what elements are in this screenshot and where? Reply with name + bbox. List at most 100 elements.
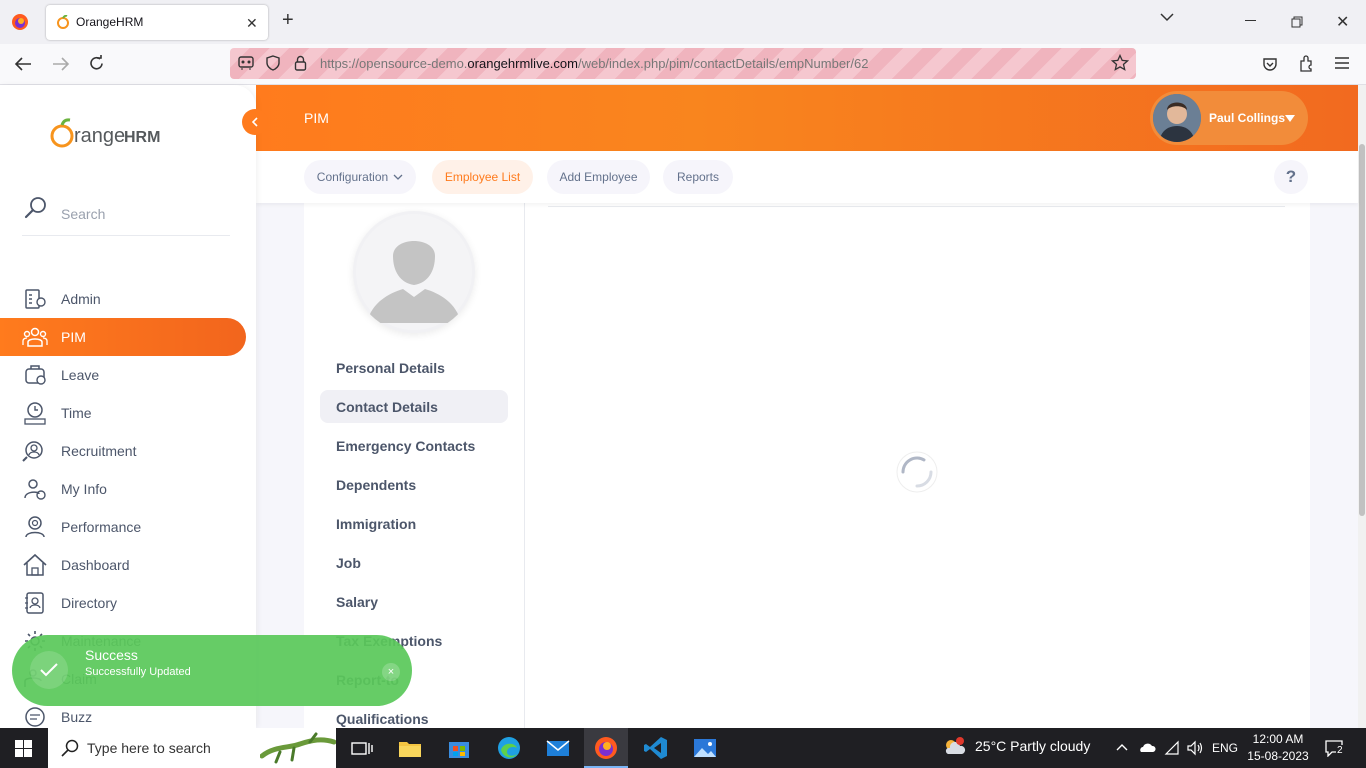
help-button[interactable]: ?: [1274, 160, 1308, 194]
sidebar-item-label: Performance: [61, 519, 142, 535]
nav-employee-list-label: Employee List: [444, 170, 521, 184]
sidebar-item-dashboard[interactable]: Dashboard: [0, 546, 246, 584]
directory-icon: [22, 591, 48, 615]
success-toast: Success Successfully Updated ×: [12, 635, 412, 706]
chevron-down-icon: [393, 174, 403, 180]
microsoft-store-icon[interactable]: [445, 734, 473, 762]
browser-tab-active[interactable]: OrangeHRM ✕: [46, 5, 268, 40]
photos-icon[interactable]: [691, 734, 719, 762]
task-view-icon[interactable]: [348, 734, 376, 762]
taskbar-search-input[interactable]: Type here to search: [87, 740, 211, 756]
nav-configuration[interactable]: Configuration: [304, 160, 416, 194]
weather-icon[interactable]: [942, 736, 966, 758]
shield-icon[interactable]: [266, 55, 280, 71]
tab-job[interactable]: Job: [320, 546, 508, 579]
url-prefix: https://opensource-demo.: [320, 56, 468, 71]
sidebar-item-label: Dashboard: [61, 557, 130, 573]
mail-icon[interactable]: [544, 734, 572, 762]
sidebar-item-admin[interactable]: Admin: [0, 280, 246, 318]
recruitment-icon: [22, 439, 48, 463]
pocket-icon[interactable]: [1262, 56, 1278, 72]
taskbar-search[interactable]: Type here to search: [48, 728, 336, 768]
loading-spinner: [894, 449, 940, 495]
sidebar-item-leave[interactable]: Leave: [0, 356, 246, 394]
sidebar-item-recruitment[interactable]: Recruitment: [0, 432, 246, 470]
close-tab-icon[interactable]: ✕: [246, 15, 258, 32]
list-tabs-icon[interactable]: [1160, 12, 1174, 22]
toast-close-button[interactable]: ×: [382, 663, 400, 681]
sidebar-item-label: My Info: [61, 481, 107, 497]
nav-add-employee[interactable]: Add Employee: [547, 160, 650, 194]
leave-icon: [22, 363, 48, 387]
sidebar-item-label: Time: [61, 405, 92, 421]
orangehrm-logo[interactable]: range HRM: [50, 118, 168, 150]
close-window-icon[interactable]: ✕: [1336, 12, 1349, 32]
browser-tabstrip: OrangeHRM ✕ + ✕: [0, 0, 1366, 44]
menu-icon[interactable]: [1335, 57, 1349, 69]
notifications-icon[interactable]: 2: [1324, 739, 1344, 757]
sidebar-item-pim[interactable]: PIM: [0, 318, 246, 356]
nav-employee-list[interactable]: Employee List: [432, 160, 533, 194]
clock-date: 15-08-2023: [1247, 749, 1309, 763]
url-bar[interactable]: https://opensource-demo.orangehrmlive.co…: [230, 48, 1136, 79]
toast-message: Successfully Updated: [85, 666, 191, 678]
bookmark-star-icon[interactable]: [1111, 54, 1129, 72]
sidebar-item-time[interactable]: Time: [0, 394, 246, 432]
logo-text-1: range: [74, 125, 125, 147]
logo-text-2: HRM: [124, 129, 160, 146]
tab-salary[interactable]: Salary: [320, 585, 508, 618]
language-indicator[interactable]: ENG: [1212, 741, 1238, 755]
tab-contact-details[interactable]: Contact Details: [320, 390, 508, 423]
lock-icon[interactable]: [294, 55, 307, 71]
time-icon: [22, 401, 48, 425]
weather-text[interactable]: 25°C Partly cloudy: [975, 738, 1090, 754]
sidebar-item-label: Recruitment: [61, 443, 137, 459]
onedrive-icon[interactable]: [1138, 741, 1156, 753]
scrollbar-thumb[interactable]: [1359, 144, 1365, 516]
tab-immigration[interactable]: Immigration: [320, 507, 508, 540]
wifi-icon[interactable]: [1164, 740, 1180, 756]
tab-personal-details[interactable]: Personal Details: [320, 351, 508, 384]
tab-title: OrangeHRM: [76, 15, 144, 29]
sidebar-item-performance[interactable]: Performance: [0, 508, 246, 546]
nav-reports[interactable]: Reports: [663, 160, 733, 194]
chevron-up-icon[interactable]: [1116, 743, 1128, 751]
sidebar-item-my-info[interactable]: My Info: [0, 470, 246, 508]
firefox-icon[interactable]: [11, 13, 29, 31]
user-dropdown[interactable]: Paul Collings: [1150, 91, 1308, 145]
restore-icon[interactable]: [1291, 16, 1303, 28]
tab-emergency-contacts[interactable]: Emergency Contacts: [320, 429, 508, 462]
sidebar-item-label: Admin: [61, 291, 101, 307]
url-text[interactable]: https://opensource-demo.orangehrmlive.co…: [320, 56, 868, 71]
sidebar-search[interactable]: Search: [22, 196, 230, 236]
file-explorer-icon[interactable]: [396, 734, 424, 762]
forward-icon[interactable]: [52, 56, 70, 72]
search-input[interactable]: Search: [61, 206, 105, 222]
check-icon: [30, 651, 68, 689]
user-name: Paul Collings: [1209, 111, 1286, 125]
page-title: PIM: [304, 110, 329, 126]
sidebar-item-directory[interactable]: Directory: [0, 584, 246, 622]
toast-title: Success: [85, 647, 138, 663]
windows-start-icon[interactable]: [15, 740, 32, 757]
reload-icon[interactable]: [88, 55, 105, 72]
employee-photo[interactable]: [353, 211, 475, 333]
new-tab-icon[interactable]: +: [282, 9, 294, 32]
lizard-search-highlight-icon: [260, 732, 336, 766]
minimize-icon[interactable]: [1245, 20, 1256, 21]
buzz-icon: [22, 705, 48, 729]
chevron-left-icon: [251, 117, 258, 127]
search-icon: [24, 196, 48, 220]
taskbar-clock[interactable]: 12:00 AM 15-08-2023: [1242, 732, 1314, 763]
back-icon[interactable]: [14, 56, 32, 72]
extensions-icon[interactable]: [1298, 55, 1315, 72]
tab-dependents[interactable]: Dependents: [320, 468, 508, 501]
collapse-sidebar-button[interactable]: [242, 109, 268, 135]
person-silhouette-icon: [356, 214, 472, 330]
user-avatar: [1153, 94, 1201, 142]
edge-icon[interactable]: [495, 734, 523, 762]
search-icon: [61, 739, 79, 757]
volume-icon[interactable]: [1186, 740, 1204, 756]
vscode-icon[interactable]: [642, 734, 670, 762]
firefox-taskbar-icon[interactable]: [584, 728, 628, 768]
